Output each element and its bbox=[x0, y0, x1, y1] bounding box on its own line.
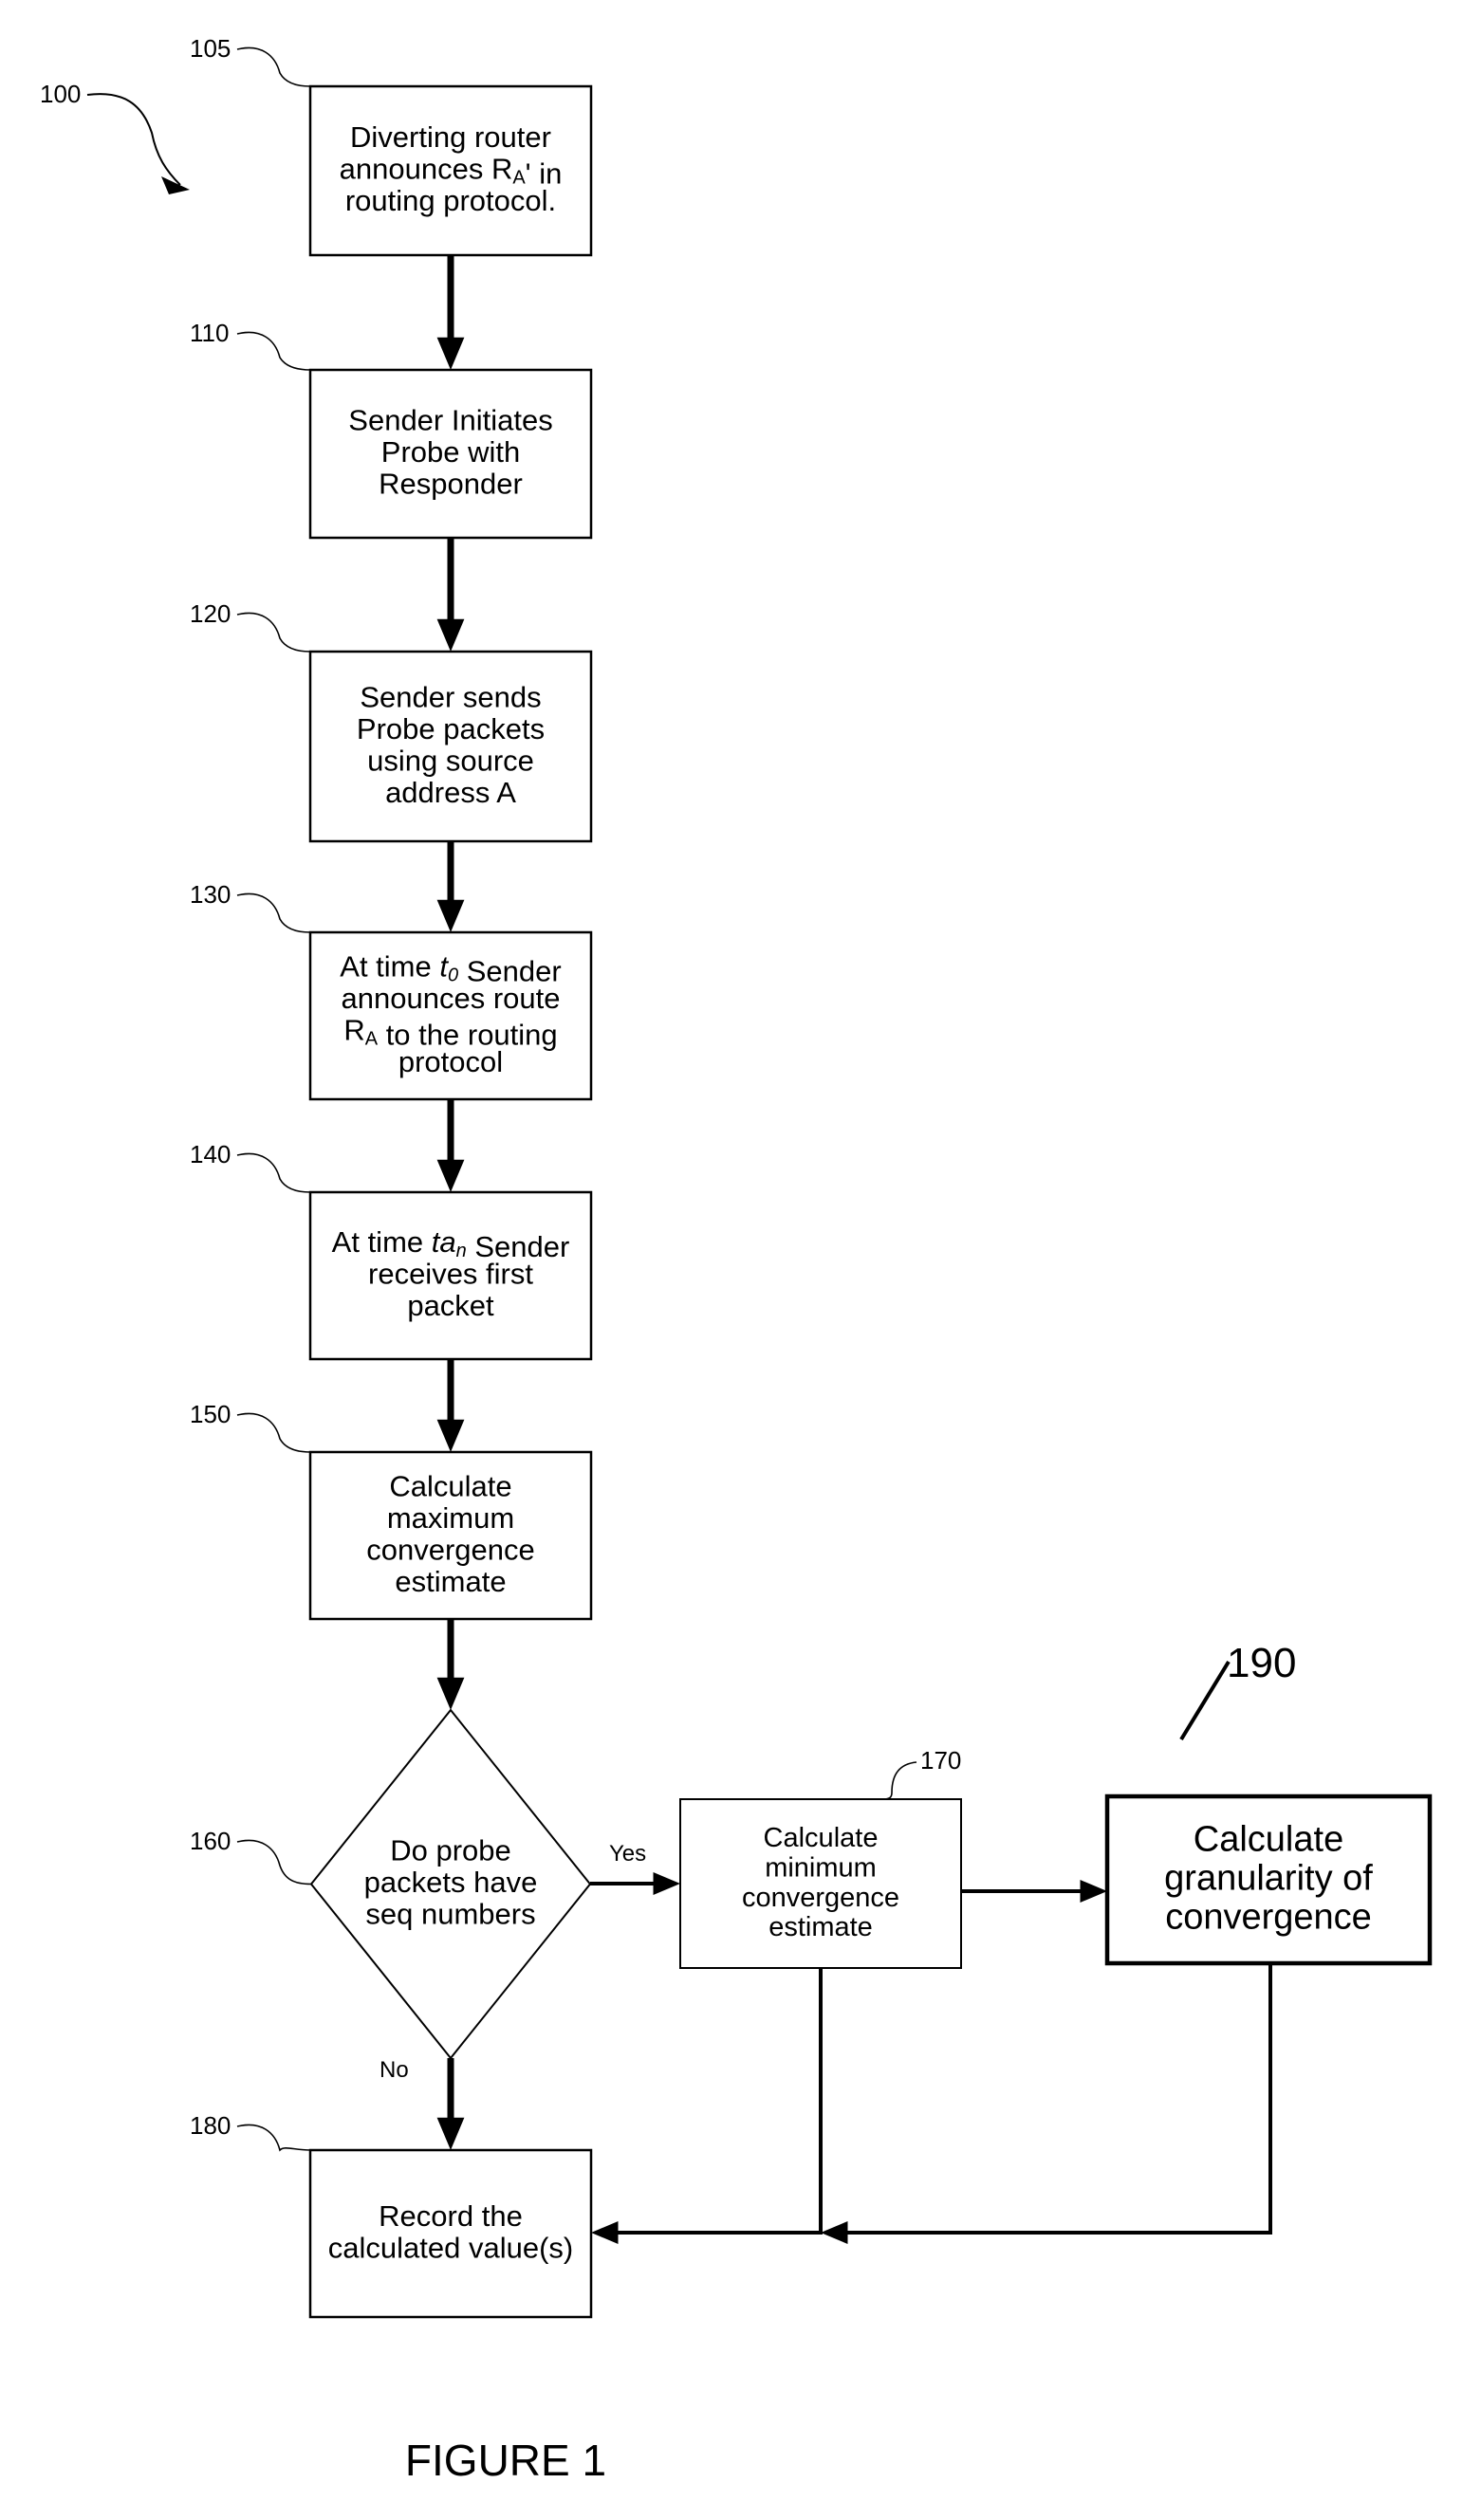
step-130-text-line: protocol bbox=[398, 1045, 503, 1078]
step-110-text-line: Probe with bbox=[381, 435, 520, 469]
flowchart: 100 Diverting routerannounces RA' inrout… bbox=[40, 34, 1433, 2485]
step-120-text-line: using source bbox=[367, 744, 534, 777]
step-160-text-line: seq numbers bbox=[365, 1898, 535, 1931]
step-110-text-line: Sender Initiates bbox=[348, 404, 552, 437]
step-160-text-line: packets have bbox=[364, 1866, 538, 1899]
step-105-text-line: routing protocol. bbox=[345, 184, 556, 217]
ref-number-190: 190 bbox=[1227, 1640, 1296, 1686]
ref-leader-160 bbox=[236, 1839, 312, 1885]
arrowhead-120-to-130-icon bbox=[436, 899, 465, 932]
ref-leader-110 bbox=[236, 331, 311, 371]
step-180-text-line: calculated value(s) bbox=[328, 2231, 573, 2264]
step-150-text-line: Calculate bbox=[389, 1469, 511, 1502]
figure-ref-label: 100 bbox=[40, 80, 81, 108]
ref-number-150: 150 bbox=[190, 1400, 231, 1428]
arrowhead-110-to-120-icon bbox=[436, 618, 465, 652]
step-140-text-line: packet bbox=[407, 1289, 494, 1322]
ref-number-140: 140 bbox=[190, 1140, 231, 1168]
step-120-text-line: Sender sends bbox=[360, 680, 541, 713]
step-180-text-line: Record the bbox=[379, 2199, 523, 2233]
step-170-text-line: minimum bbox=[765, 1852, 877, 1883]
arrowhead-140-to-150-icon bbox=[436, 1419, 465, 1452]
ref-leader-170 bbox=[881, 1761, 917, 1800]
ref-number-105: 105 bbox=[190, 34, 231, 63]
arrowhead-130-to-140-icon bbox=[436, 1159, 465, 1192]
step-120-text-line: Probe packets bbox=[357, 712, 545, 745]
step-170-text-line: estimate bbox=[768, 1912, 873, 1942]
branch-label-yes: Yes bbox=[609, 1841, 646, 1867]
ref-leader-130 bbox=[236, 892, 311, 933]
figure-caption: FIGURE 1 bbox=[405, 2436, 606, 2485]
connector-190-to-180 bbox=[844, 1963, 1272, 2235]
ref-number-160: 160 bbox=[190, 1827, 231, 1855]
ref-leader-105 bbox=[236, 46, 311, 87]
ref-number-120: 120 bbox=[190, 599, 231, 628]
step-190-text-line: Calculate bbox=[1194, 1820, 1343, 1860]
ref-leader-180 bbox=[236, 2124, 311, 2152]
step-170-text-line: Calculate bbox=[764, 1823, 879, 1853]
ref-leader-140 bbox=[236, 1152, 311, 1193]
arrowhead-150-to-160-icon bbox=[436, 1677, 465, 1710]
step-190-text-line: granularity of bbox=[1164, 1859, 1373, 1899]
step-190-text-line: convergence bbox=[1165, 1898, 1372, 1938]
flowchart-canvas: 100 Diverting router announces RA' in rout… bbox=[0, 0, 1481, 2520]
step-130-text-line: announces route bbox=[342, 982, 561, 1015]
step-160-text-line: Do probe bbox=[390, 1834, 511, 1867]
step-110-text-line: Responder bbox=[379, 468, 523, 501]
arrowhead-170-to-190-icon bbox=[1080, 1880, 1107, 1903]
ref-leader-190 bbox=[1179, 1660, 1231, 1741]
step-120-text-line: address A bbox=[385, 776, 516, 809]
ref-number-180: 180 bbox=[190, 2111, 231, 2140]
step-170-text-line: convergence bbox=[742, 1883, 899, 1913]
step-105-text-line: Diverting router bbox=[350, 120, 551, 154]
step-150-text-line: convergence bbox=[366, 1533, 535, 1566]
arrowhead-190-to-join-icon bbox=[821, 2221, 848, 2244]
ref-number-130: 130 bbox=[190, 880, 231, 909]
step-140-text-line: receives first bbox=[368, 1258, 533, 1291]
arrowhead-105-to-110-icon bbox=[436, 337, 465, 370]
step-150-text-line: maximum bbox=[387, 1501, 514, 1535]
ref-number-110: 110 bbox=[190, 319, 229, 347]
ref-leader-120 bbox=[236, 612, 311, 653]
branch-label-no: No bbox=[380, 2057, 409, 2083]
connector-170-to-180 bbox=[617, 1968, 823, 2235]
figure-ref-leader bbox=[86, 93, 181, 186]
arrowhead-160-to-180-icon bbox=[436, 2117, 465, 2150]
step-150-text-line: estimate bbox=[395, 1565, 506, 1598]
ref-leader-150 bbox=[236, 1412, 311, 1453]
arrowhead-170-to-180-icon bbox=[591, 2221, 619, 2244]
arrowhead-160-to-170-icon bbox=[653, 1872, 680, 1895]
ref-number-170: 170 bbox=[920, 1746, 961, 1775]
